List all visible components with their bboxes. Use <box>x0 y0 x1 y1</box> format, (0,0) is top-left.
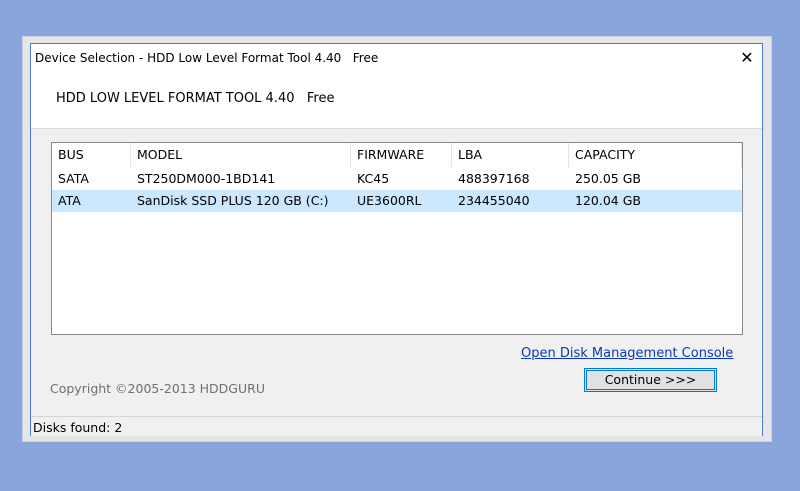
cell-bus: ATA <box>58 193 81 208</box>
header-panel: HDD LOW LEVEL FORMAT TOOL 4.40 Free <box>31 72 762 129</box>
list-header: BUS MODEL FIRMWARE LBA CAPACITY <box>52 143 742 167</box>
table-row-selected[interactable]: ATA SanDisk SSD PLUS 120 GB (C:) UE3600R… <box>52 190 742 212</box>
column-header-bus[interactable]: BUS <box>52 143 131 167</box>
column-header-capacity[interactable]: CAPACITY <box>569 143 742 167</box>
title-bar[interactable]: Device Selection - HDD Low Level Format … <box>31 44 762 72</box>
cell-model: ST250DM000-1BD141 <box>137 171 276 186</box>
cell-lba: 234455040 <box>458 193 530 208</box>
dialog: Device Selection - HDD Low Level Format … <box>30 43 763 436</box>
window-title: Device Selection - HDD Low Level Format … <box>35 51 379 65</box>
copyright-text: Copyright ©2005-2013 HDDGURU <box>50 381 265 396</box>
table-row[interactable]: SATA ST250DM000-1BD141 KC45 488397168 25… <box>52 168 742 190</box>
cell-model: SanDisk SSD PLUS 120 GB (C:) <box>137 193 329 208</box>
open-disk-management-link[interactable]: Open Disk Management Console <box>521 346 733 361</box>
column-header-firmware[interactable]: FIRMWARE <box>351 143 452 167</box>
cell-firmware: KC45 <box>357 171 390 186</box>
column-header-model[interactable]: MODEL <box>131 143 351 167</box>
cell-capacity: 250.05 GB <box>575 171 641 186</box>
continue-button[interactable]: Continue >>> <box>584 368 717 392</box>
disk-list[interactable]: BUS MODEL FIRMWARE LBA CAPACITY SATA ST2… <box>51 142 743 335</box>
column-header-lba[interactable]: LBA <box>452 143 569 167</box>
status-bar: Disks found: 2 <box>31 416 762 436</box>
app-window: Device Selection - HDD Low Level Format … <box>23 37 771 441</box>
cell-bus: SATA <box>58 171 89 186</box>
disks-found-status: Disks found: 2 <box>33 420 123 435</box>
header-title: HDD LOW LEVEL FORMAT TOOL 4.40 Free <box>56 91 335 106</box>
cell-lba: 488397168 <box>458 171 530 186</box>
close-icon[interactable]: ✕ <box>732 44 762 72</box>
cell-capacity: 120.04 GB <box>575 193 641 208</box>
cell-firmware: UE3600RL <box>357 193 422 208</box>
